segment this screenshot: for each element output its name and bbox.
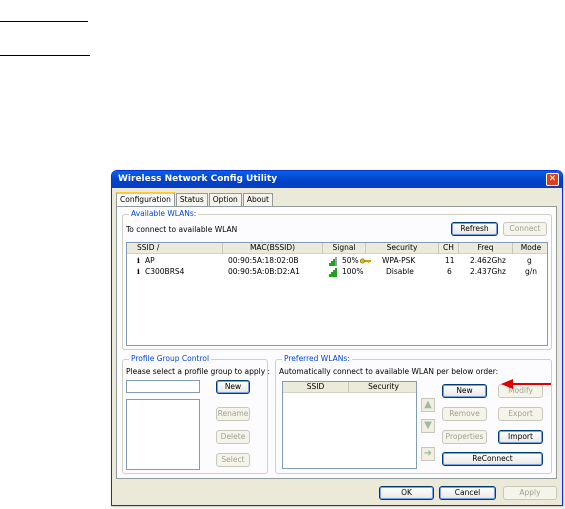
preferred-export-button[interactable]: Export bbox=[498, 407, 543, 421]
preferred-wlans-caption: Automatically connect to available WLAN … bbox=[279, 367, 499, 376]
column-mac[interactable]: MAC(BSSID) bbox=[223, 243, 323, 254]
row-ssid: AP bbox=[145, 256, 155, 265]
ok-button[interactable]: OK bbox=[379, 486, 434, 500]
move-down-button[interactable]: ▼ bbox=[421, 419, 435, 433]
row-mac: 00:90:5A:0B:D2:A1 bbox=[228, 267, 300, 276]
close-button[interactable]: ✕ bbox=[546, 173, 559, 186]
arrow-down-icon: ▼ bbox=[424, 420, 432, 431]
row-ch: 6 bbox=[447, 267, 452, 276]
connect-button[interactable]: Connect bbox=[503, 222, 547, 236]
move-up-button[interactable]: ▲ bbox=[421, 398, 435, 412]
row-ssid: C300BRS4 bbox=[145, 267, 185, 276]
tab-status[interactable]: Status bbox=[175, 193, 208, 206]
profile-new-button[interactable]: New bbox=[216, 380, 250, 394]
tab-option[interactable]: Option bbox=[208, 193, 242, 206]
available-wlans-list[interactable]: SSID / MAC(BSSID) Signal Security CH Fre… bbox=[126, 242, 548, 346]
column-ch[interactable]: CH bbox=[439, 243, 459, 254]
available-wlans-group: Available WLANs: To connect to available… bbox=[122, 209, 552, 350]
document-underline-1 bbox=[0, 21, 88, 22]
info-icon: i bbox=[137, 267, 140, 276]
column-security[interactable]: Security bbox=[349, 382, 416, 393]
key-icon bbox=[360, 258, 371, 264]
row-freq: 2.437Ghz bbox=[470, 267, 506, 276]
profile-group-control: Profile Group Control Please select a pr… bbox=[122, 354, 271, 474]
preferred-import-button[interactable]: Import bbox=[498, 430, 543, 444]
preferred-wlans-list[interactable]: SSID Security bbox=[282, 381, 417, 469]
profile-group-list[interactable] bbox=[126, 399, 200, 470]
available-wlans-caption: To connect to available WLAN bbox=[126, 225, 238, 234]
row-security: Disable bbox=[386, 267, 414, 276]
configuration-panel: Available WLANs: To connect to available… bbox=[116, 206, 557, 479]
profile-select-button[interactable]: Select bbox=[216, 453, 250, 467]
column-ssid[interactable]: SSID bbox=[283, 382, 349, 393]
cancel-button[interactable]: Cancel bbox=[439, 486, 496, 500]
tab-about[interactable]: About bbox=[242, 193, 273, 206]
column-freq[interactable]: Freq bbox=[459, 243, 513, 254]
row-signal: 50% bbox=[342, 256, 359, 265]
preferred-new-button[interactable]: New bbox=[442, 384, 487, 398]
list-header: SSID / MAC(BSSID) Signal Security CH Fre… bbox=[127, 243, 547, 254]
annotation-arrow-icon bbox=[501, 379, 551, 389]
profile-delete-button[interactable]: Delete bbox=[216, 430, 250, 444]
reconnect-button[interactable]: ReConnect bbox=[442, 452, 543, 466]
row-freq: 2.462Ghz bbox=[470, 256, 506, 265]
signal-bars-icon bbox=[329, 257, 338, 266]
title-bar[interactable]: Wireless Network Config Utility ✕ bbox=[112, 171, 562, 188]
row-signal: 100% bbox=[342, 267, 364, 276]
column-security[interactable]: Security bbox=[366, 243, 439, 254]
profile-group-input[interactable] bbox=[126, 380, 200, 393]
refresh-button[interactable]: Refresh bbox=[451, 222, 498, 236]
window-title: Wireless Network Config Utility bbox=[118, 174, 278, 184]
table-row[interactable]: i AP 00:90:5A:18:02:0B 50% WPA-PSK 11 2.… bbox=[127, 256, 547, 266]
preferred-wlans-group: Preferred WLANs: Automatically connect t… bbox=[275, 354, 552, 474]
row-mode: g/n bbox=[525, 267, 538, 276]
close-icon: ✕ bbox=[548, 174, 557, 184]
available-wlans-legend: Available WLANs: bbox=[129, 209, 199, 218]
list-header: SSID Security bbox=[283, 382, 416, 393]
arrow-right-icon: ➜ bbox=[423, 448, 433, 459]
preferred-wlans-legend: Preferred WLANs: bbox=[282, 354, 352, 363]
row-mac: 00:90:5A:18:02:0B bbox=[228, 256, 299, 265]
profile-rename-button[interactable]: Rename bbox=[216, 407, 250, 421]
document-underline-2 bbox=[0, 55, 90, 56]
table-row[interactable]: i C300BRS4 00:90:5A:0B:D2:A1 100% Disabl… bbox=[127, 267, 547, 277]
row-mode: g bbox=[527, 256, 532, 265]
preferred-remove-button[interactable]: Remove bbox=[442, 407, 487, 421]
preferred-properties-button[interactable]: Properties bbox=[442, 430, 487, 444]
profile-group-caption: Please select a profile group to apply : bbox=[126, 367, 271, 376]
apply-button[interactable]: Apply bbox=[503, 486, 557, 500]
tab-strip: Configuration Status Option About bbox=[116, 192, 274, 206]
arrow-up-icon: ▲ bbox=[424, 399, 432, 410]
signal-bars-icon bbox=[329, 268, 338, 277]
tab-configuration[interactable]: Configuration bbox=[116, 192, 175, 206]
info-icon: i bbox=[137, 256, 140, 265]
row-ch: 11 bbox=[445, 256, 455, 265]
config-utility-window: Wireless Network Config Utility ✕ Config… bbox=[111, 170, 563, 506]
profile-group-legend: Profile Group Control bbox=[129, 354, 212, 363]
column-mode[interactable]: Mode bbox=[513, 243, 547, 254]
row-security: WPA-PSK bbox=[382, 256, 416, 265]
move-to-button[interactable]: ➜ bbox=[421, 447, 435, 461]
column-signal[interactable]: Signal bbox=[323, 243, 366, 254]
column-ssid[interactable]: SSID / bbox=[127, 243, 223, 254]
